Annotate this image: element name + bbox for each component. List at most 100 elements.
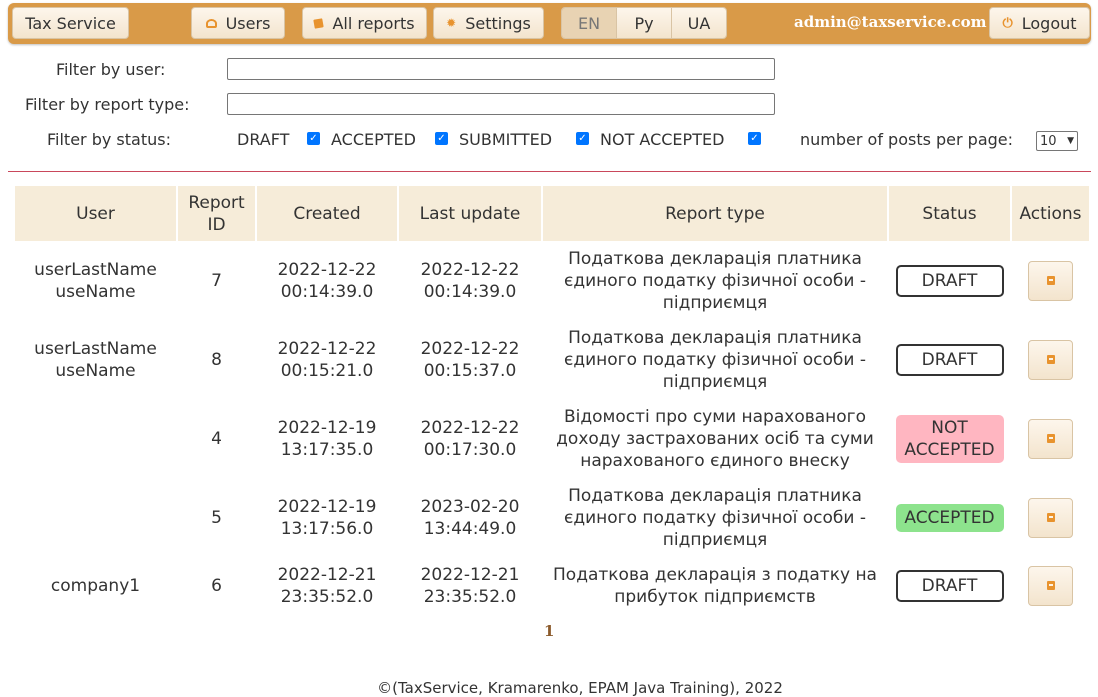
- power-icon: ⏻: [1002, 15, 1013, 31]
- status-badge: DRAFT: [895, 264, 1004, 297]
- status-submitted-label: SUBMITTED: [459, 130, 553, 149]
- cell-user: [15, 399, 176, 478]
- status-accepted-checkbox[interactable]: ✓: [435, 132, 448, 145]
- cell-last-update: 2022-12-22 00:14:39.0: [420, 259, 520, 302]
- open-report-button[interactable]: [1028, 418, 1073, 459]
- users-button[interactable]: Users: [191, 7, 285, 39]
- all-reports-label: All reports: [332, 13, 415, 33]
- footer-copyright: ©(TaxService, Kramarenko, EPAM Java Trai…: [377, 679, 783, 697]
- cell-last-update: 2022-12-22 00:15:37.0: [420, 338, 520, 381]
- user-icon: [205, 18, 217, 28]
- table-row: 5 2022-12-19 13:17:56.0 2023-02-20 13:44:4…: [15, 478, 1089, 557]
- status-draft-checkbox[interactable]: ✓: [307, 132, 320, 145]
- filter-user-label: Filter by user:: [56, 60, 166, 79]
- status-not-accepted-label: NOT ACCEPTED: [600, 130, 725, 149]
- filter-status-label: Filter by status:: [47, 130, 171, 149]
- cell-report-id: 4: [211, 428, 222, 449]
- chevron-down-icon: ▼: [1067, 136, 1074, 146]
- header-last-update: Last update: [399, 186, 541, 241]
- cell-report-id: 6: [211, 575, 222, 596]
- cell-last-update: 2022-12-21 23:35:52.0: [420, 564, 520, 607]
- lang-en-button[interactable]: EN: [562, 8, 616, 38]
- cell-report-type: Відомості про суми нарахованого доходу за…: [556, 406, 874, 471]
- per-page-value: 10: [1040, 133, 1057, 149]
- open-report-button[interactable]: [1028, 497, 1073, 538]
- cell-actions: [1012, 478, 1089, 557]
- cell-status: DRAFT: [889, 320, 1010, 399]
- status-not-accepted-checkbox[interactable]: ✓: [748, 132, 761, 145]
- cell-user: userLastName useName: [34, 259, 157, 302]
- filter-type-input[interactable]: [227, 93, 775, 115]
- table-row: userLastName useName 7 2022-12-22 00:14:39…: [15, 241, 1089, 320]
- cell-created: 2022-12-21 23:35:52.0: [277, 564, 377, 607]
- open-report-button[interactable]: [1028, 565, 1073, 606]
- cell-status: DRAFT: [889, 241, 1010, 320]
- document-icon: [1046, 581, 1055, 590]
- cell-report-id: 5: [211, 507, 222, 528]
- cell-status: DRAFT: [889, 557, 1010, 614]
- cell-created: 2022-12-19 13:17:56.0: [277, 496, 377, 539]
- gear-icon: ✹: [446, 16, 457, 30]
- cell-report-type: Податкова декларація з податку на прибуто…: [553, 564, 877, 607]
- language-switcher: EN Ру UA: [561, 7, 727, 39]
- cell-actions: [1012, 241, 1089, 320]
- cell-last-update: 2022-12-22 00:17:30.0: [420, 417, 520, 460]
- users-label: Users: [225, 13, 271, 33]
- cell-created: 2022-12-22 00:14:39.0: [277, 259, 377, 302]
- settings-button[interactable]: ✹ Settings: [433, 7, 544, 39]
- status-badge: NOT ACCEPTED: [895, 414, 1004, 463]
- cell-actions: [1012, 399, 1089, 478]
- status-badge: DRAFT: [895, 569, 1004, 602]
- user-email: admin@taxservice.com: [794, 13, 987, 31]
- filter-user-input[interactable]: [227, 58, 775, 80]
- header-user: User: [15, 186, 176, 241]
- cell-report-type: Податкова декларація платника єдиного под…: [564, 248, 866, 313]
- status-accepted-label: ACCEPTED: [331, 130, 416, 149]
- page-link-1[interactable]: 1: [544, 622, 554, 640]
- per-page-label: number of posts per page:: [800, 130, 1014, 149]
- cell-report-id: 8: [211, 349, 222, 370]
- cell-actions: [1012, 320, 1089, 399]
- cell-created: 2022-12-22 00:15:21.0: [277, 338, 377, 381]
- all-reports-button[interactable]: All reports: [302, 7, 427, 39]
- logout-label: Logout: [1021, 13, 1077, 33]
- cell-report-type: Податкова декларація платника єдиного под…: [564, 485, 866, 550]
- table-header-row: User Report ID Created Last update Report…: [15, 186, 1089, 241]
- cell-user: company1: [50, 575, 141, 596]
- status-submitted-checkbox[interactable]: ✓: [576, 132, 589, 145]
- cell-created: 2022-12-19 13:17:35.0: [277, 417, 377, 460]
- document-icon: [1046, 513, 1055, 522]
- per-page-select[interactable]: 10 ▼: [1036, 131, 1078, 151]
- open-report-button[interactable]: [1028, 260, 1073, 301]
- document-icon: [1046, 434, 1055, 443]
- lang-ua-button[interactable]: UA: [671, 8, 726, 38]
- document-icon: [1046, 355, 1055, 364]
- report-icon: [313, 17, 325, 29]
- table-row: userLastName useName 8 2022-12-22 00:15:21…: [15, 320, 1089, 399]
- lang-ru-button[interactable]: Ру: [616, 8, 671, 38]
- brand-button[interactable]: Tax Service: [12, 7, 129, 39]
- cell-user: userLastName useName: [34, 338, 157, 381]
- header-status: Status: [889, 186, 1010, 241]
- reports-table: User Report ID Created Last update Report…: [13, 186, 1091, 614]
- cell-last-update: 2023-02-20 13:44:49.0: [420, 496, 520, 539]
- divider: [8, 171, 1091, 172]
- settings-label: Settings: [465, 13, 531, 33]
- cell-actions: [1012, 557, 1089, 614]
- brand-label: Tax Service: [25, 13, 116, 33]
- cell-status: NOT ACCEPTED: [889, 399, 1010, 478]
- status-badge: ACCEPTED: [895, 503, 1004, 532]
- header-report-type: Report type: [543, 186, 887, 241]
- cell-report-type: Податкова декларація платника єдиного под…: [564, 327, 866, 392]
- document-icon: [1046, 276, 1055, 285]
- header-created: Created: [257, 186, 397, 241]
- top-navbar: Tax Service Users All reports ✹ Settings…: [8, 3, 1091, 44]
- table-row: 4 2022-12-19 13:17:35.0 2022-12-22 00:17:3…: [15, 399, 1089, 478]
- logout-button[interactable]: ⏻ Logout: [989, 7, 1090, 39]
- cell-status: ACCEPTED: [889, 478, 1010, 557]
- cell-report-id: 7: [211, 270, 222, 291]
- status-badge: DRAFT: [895, 343, 1004, 376]
- header-actions: Actions: [1012, 186, 1089, 241]
- open-report-button[interactable]: [1028, 339, 1073, 380]
- header-report-id: Report ID: [178, 186, 255, 241]
